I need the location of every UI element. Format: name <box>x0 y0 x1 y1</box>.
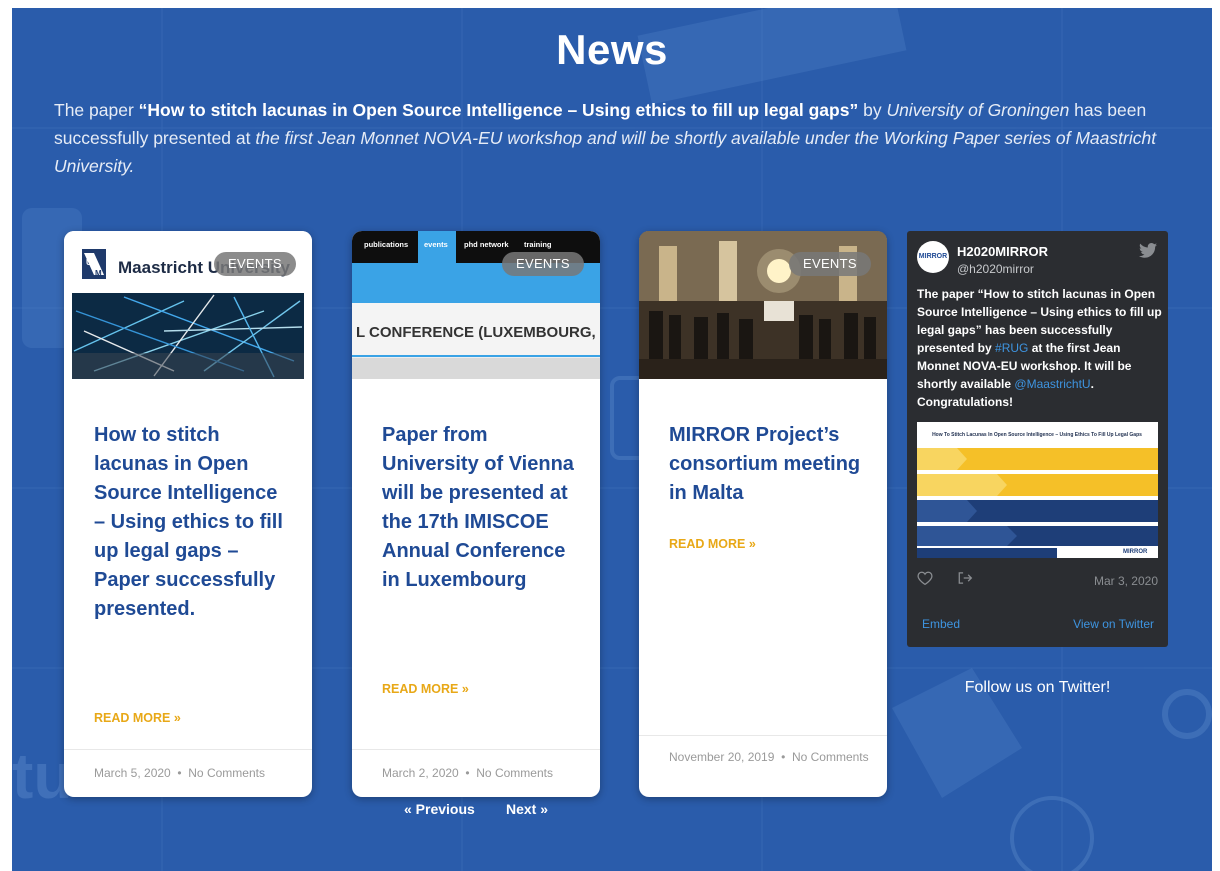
image-nav-item: phd network <box>464 240 509 249</box>
tweet-infographic: How To Stitch Lacunas In Open Source Int… <box>917 422 1158 558</box>
card-meta: March 2, 2020 • No Comments <box>382 766 553 780</box>
svg-text:U: U <box>86 258 92 267</box>
image-banner-text: L CONFERENCE (LUXEMBOURG, <box>356 324 596 341</box>
page-title: News <box>556 26 668 73</box>
category-badge[interactable]: EVENTS <box>214 252 296 276</box>
card-title[interactable]: How to stitch lacunas in Open Source Int… <box>94 421 290 624</box>
intro-paragraph: The paper “How to stitch lacunas in Open… <box>54 100 1157 176</box>
twitter-avatar[interactable]: MIRROR <box>917 241 949 273</box>
twitter-bird-icon[interactable] <box>1139 243 1157 258</box>
news-card[interactable]: U M Maastricht University EVENTS How to … <box>64 231 312 797</box>
card-date: March 5, 2020 <box>94 766 171 780</box>
embed-link[interactable]: Embed <box>922 617 960 631</box>
category-badge[interactable]: EVENTS <box>789 252 871 276</box>
card-title[interactable]: MIRROR Project’s consortium meeting in M… <box>669 421 865 508</box>
next-page-link[interactable]: Next » <box>506 801 548 817</box>
view-on-twitter-link[interactable]: View on Twitter <box>1073 617 1154 631</box>
twitter-embed[interactable]: MIRROR H2020MIRROR @h2020mirror The pape… <box>907 231 1168 647</box>
svg-text:M: M <box>95 269 102 278</box>
category-badge[interactable]: EVENTS <box>502 252 584 276</box>
card-date: March 2, 2020 <box>382 766 459 780</box>
card-comments: No Comments <box>476 766 553 780</box>
card-meta: November 20, 2019 • No Comments <box>669 750 869 764</box>
tweet-text: The paper “How to stitch lacunas in Open… <box>917 287 1162 409</box>
image-nav-item: training <box>524 240 552 249</box>
news-section: tu News The paper “How to stitch lacunas… <box>12 8 1212 871</box>
card-date: November 20, 2019 <box>669 750 775 764</box>
share-icon[interactable] <box>957 571 973 585</box>
tweet-image[interactable]: How To Stitch Lacunas In Open Source Int… <box>917 422 1158 558</box>
read-more-link[interactable]: READ MORE » <box>669 537 756 551</box>
twitter-handle[interactable]: @h2020mirror <box>957 262 1034 276</box>
news-card[interactable]: EVENTS MIRROR Project’s consortium meeti… <box>639 231 887 797</box>
twitter-account-name[interactable]: H2020MIRROR <box>957 244 1048 259</box>
image-nav-item: publications <box>364 240 408 249</box>
card-comments: No Comments <box>188 766 265 780</box>
tweet-image-logo: MIRROR <box>1123 549 1148 555</box>
previous-page-link[interactable]: « Previous <box>404 801 475 817</box>
like-heart-icon[interactable] <box>917 571 933 585</box>
intro-institution: University of Groningen <box>886 100 1070 120</box>
tweet-image-title: How To Stitch Lacunas In Open Source Int… <box>932 432 1142 438</box>
intro-paper-title: “How to stitch lacunas in Open Source In… <box>138 100 859 120</box>
card-footer: March 5, 2020 • No Comments <box>64 749 312 797</box>
image-nav-item: events <box>424 240 448 249</box>
read-more-link[interactable]: READ MORE » <box>382 682 469 696</box>
card-footer: November 20, 2019 • No Comments <box>639 735 887 797</box>
card-meta: March 5, 2020 • No Comments <box>94 766 265 780</box>
tweet-hashtag-link[interactable]: #RUG <box>995 341 1028 355</box>
card-footer: March 2, 2020 • No Comments <box>352 749 600 797</box>
news-card[interactable]: publications events phd network training… <box>352 231 600 797</box>
tweet-date[interactable]: Mar 3, 2020 <box>1094 574 1158 588</box>
read-more-link[interactable]: READ MORE » <box>94 711 181 725</box>
card-comments: No Comments <box>791 750 869 764</box>
follow-on-twitter-text: Follow us on Twitter! <box>964 679 1111 696</box>
tweet-mention-link[interactable]: @MaastrichtU <box>1014 377 1090 391</box>
card-title[interactable]: Paper from University of Vienna will be … <box>382 421 578 595</box>
